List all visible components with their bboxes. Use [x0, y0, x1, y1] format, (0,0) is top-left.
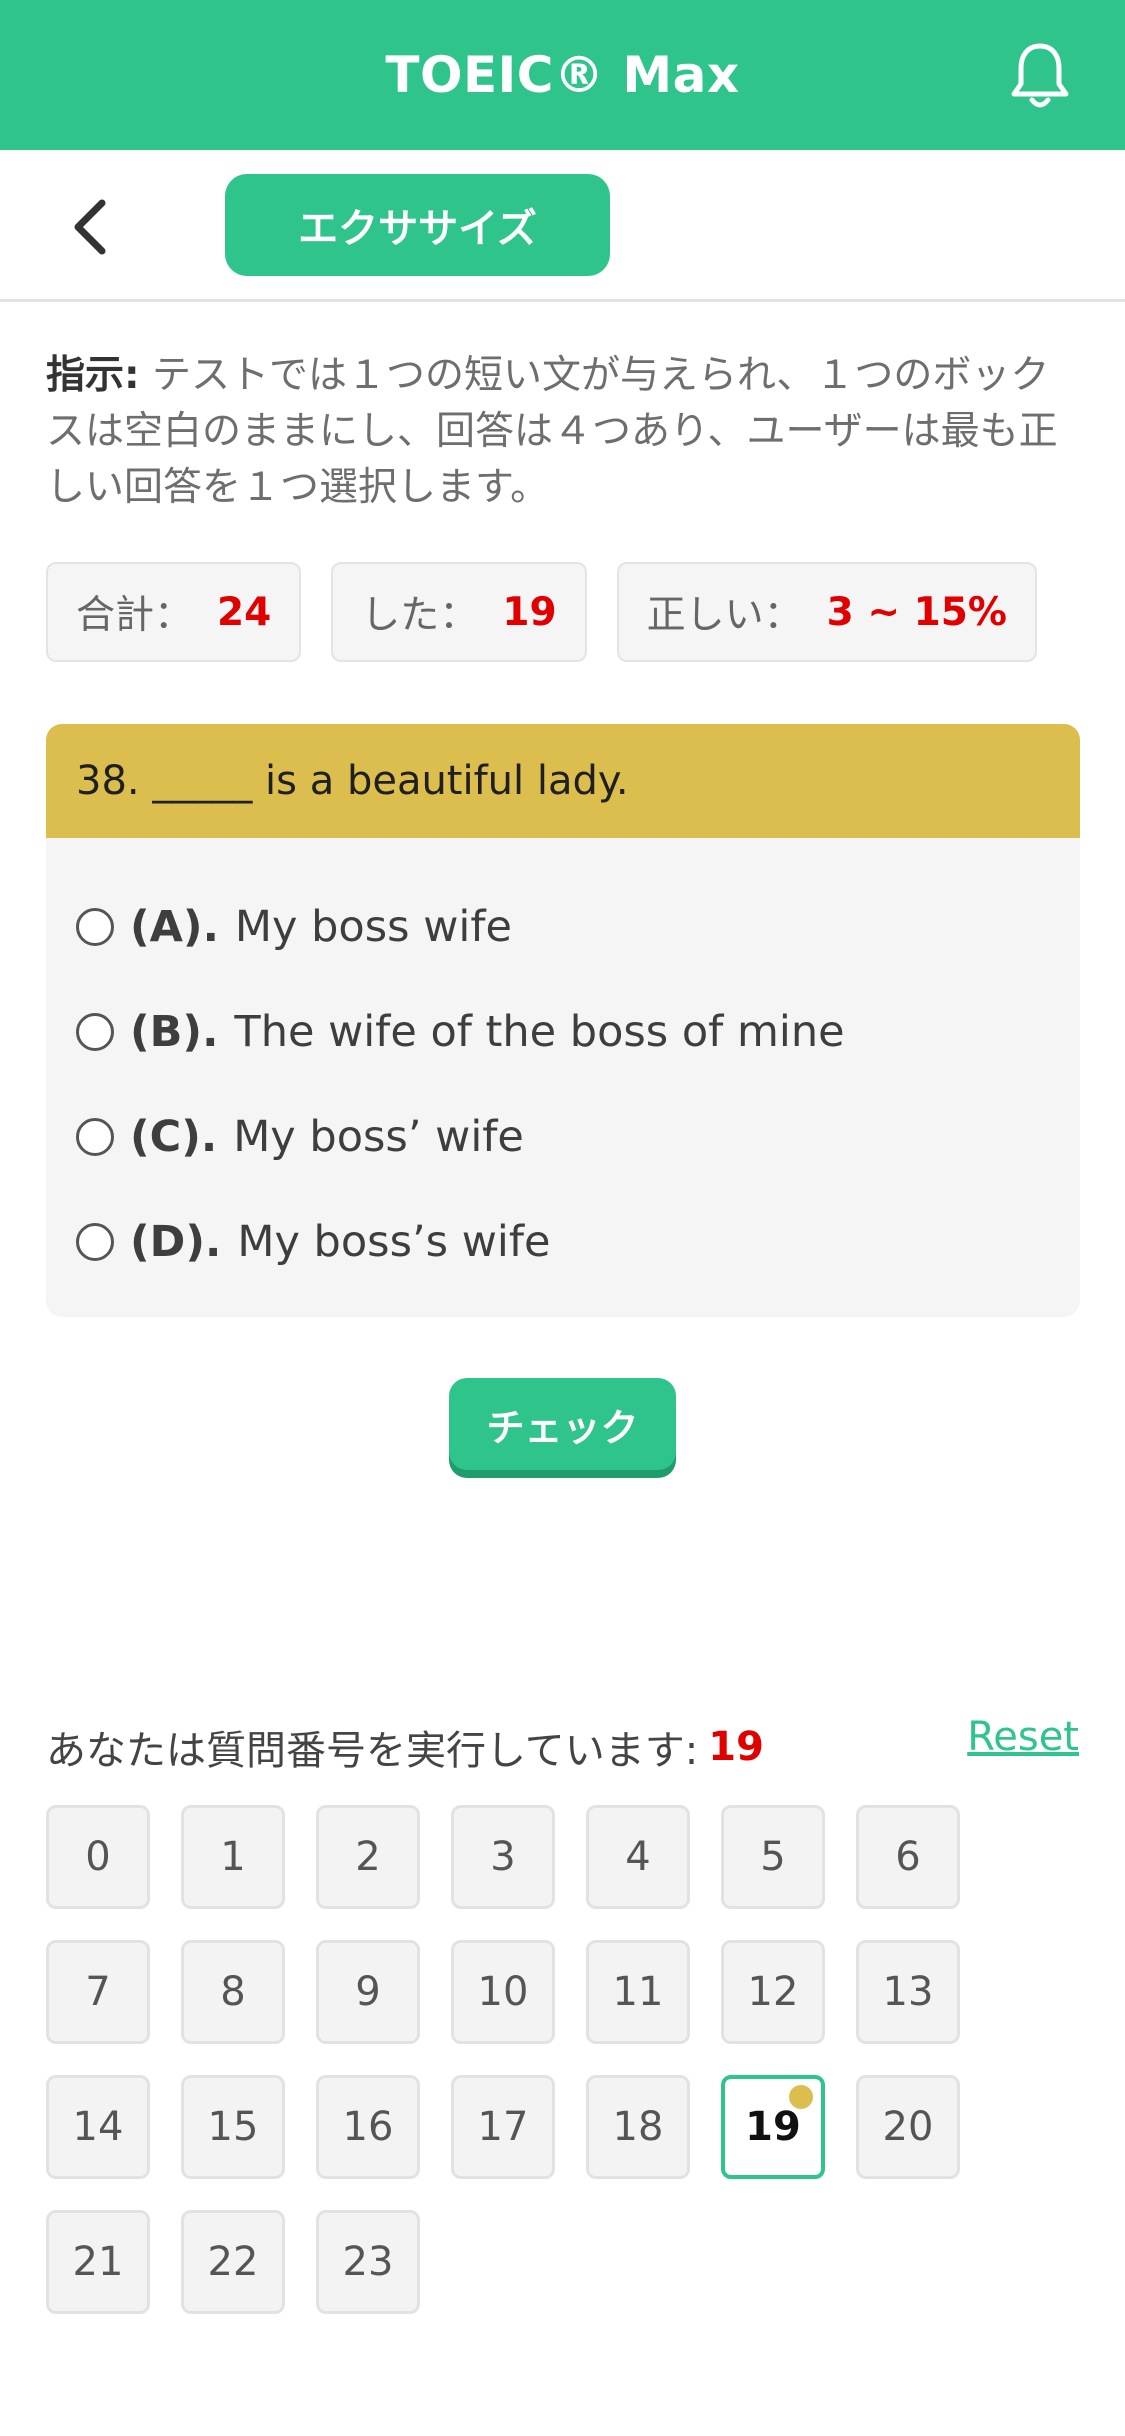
question-number-2[interactable]: 2 [316, 1805, 420, 1909]
option-text: The wife of the boss of mine [234, 1006, 845, 1057]
sub-header: エクササイズ [0, 150, 1125, 302]
instruction-label: 指示: [46, 353, 140, 398]
question-number-22[interactable]: 22 [181, 2210, 285, 2314]
question-number-9[interactable]: 9 [316, 1940, 420, 2044]
app-screen: TOEIC® Max エクササイズ 指示: テストでは１つの短い文が与えられ、１… [0, 0, 1125, 2436]
question-number-12[interactable]: 12 [721, 1940, 825, 2044]
instruction-text: 指示: テストでは１つの短い文が与えられ、１つのボックスは空白のままにし、回答は… [46, 348, 1076, 516]
chevron-left-icon [74, 199, 106, 255]
question-number-grid: 0 1 2 3 4 5 6 7 8 9 10 11 12 13 14 15 16… [46, 1805, 1046, 2314]
check-button[interactable]: チェック [449, 1378, 676, 1470]
question-number-21[interactable]: 21 [46, 2210, 150, 2314]
question-number-8[interactable]: 8 [181, 1940, 285, 2044]
radio-button[interactable] [76, 1222, 114, 1261]
running-question-label: あなたは質問番号を実行しています: 19 [46, 1718, 764, 1776]
back-button[interactable] [60, 192, 120, 262]
instruction-body: テストでは１つの短い文が与えられ、１つのボックスは空白のままにし、回答は４つあり… [46, 353, 1058, 510]
stat-done-value: 19 [502, 589, 557, 635]
question-number-11[interactable]: 11 [586, 1940, 690, 2044]
question-number-13[interactable]: 13 [856, 1940, 960, 2044]
stat-correct: 正しい： 3 ~ 15% [616, 562, 1037, 662]
question-number-18[interactable]: 18 [586, 2075, 690, 2179]
app-title: TOEIC® Max [385, 46, 740, 104]
stat-total: 合計： 24 [46, 562, 302, 662]
question-number-label: 19 [745, 2104, 801, 2150]
question-number-10[interactable]: 10 [451, 1940, 555, 2044]
question-number-16[interactable]: 16 [316, 2075, 420, 2179]
bell-icon-graphic [1011, 43, 1069, 108]
question-number-19-current[interactable]: 19 [721, 2075, 825, 2179]
running-label-text: あなたは質問番号を実行しています: [46, 1728, 699, 1774]
question-number-20[interactable]: 20 [856, 2075, 960, 2179]
radio-button[interactable] [76, 1117, 114, 1156]
question-card: 38. _____ is a beautiful lady. (A). My b… [46, 724, 1080, 1317]
question-number-4[interactable]: 4 [586, 1805, 690, 1909]
tab-exercise[interactable]: エクササイズ [225, 174, 610, 276]
question-number-15[interactable]: 15 [181, 2075, 285, 2179]
stats-row: 合計： 24 した： 19 正しい： 3 ~ 15% [46, 562, 1037, 662]
option-text: My boss wife [234, 901, 512, 952]
question-number-6[interactable]: 6 [856, 1805, 960, 1909]
bell-icon[interactable] [1005, 38, 1075, 114]
stat-done-label: した： [361, 593, 479, 638]
running-question-number: 19 [708, 1724, 764, 1770]
option-text: My boss’ wife [233, 1111, 524, 1162]
question-number-0[interactable]: 0 [46, 1805, 150, 1909]
question-number-14[interactable]: 14 [46, 2075, 150, 2179]
option-letter: (C). [130, 1111, 218, 1162]
option-c[interactable]: (C). My boss’ wife [46, 1084, 1080, 1189]
current-indicator-dot [789, 2085, 813, 2109]
question-number-23[interactable]: 23 [316, 2210, 420, 2314]
radio-button[interactable] [76, 907, 114, 946]
top-header: TOEIC® Max [0, 0, 1125, 150]
stat-correct-value: 3 ~ 15% [826, 589, 1007, 635]
option-b[interactable]: (B). The wife of the boss of mine [46, 979, 1080, 1084]
stat-total-value: 24 [217, 589, 272, 635]
question-number-1[interactable]: 1 [181, 1805, 285, 1909]
answer-options: (A). My boss wife (B). The wife of the b… [46, 838, 1080, 1294]
option-d[interactable]: (D). My boss’s wife [46, 1189, 1080, 1294]
question-number-3[interactable]: 3 [451, 1805, 555, 1909]
question-number-17[interactable]: 17 [451, 2075, 555, 2179]
question-text: 38. _____ is a beautiful lady. [46, 724, 1080, 838]
stat-done: した： 19 [331, 562, 587, 662]
stat-total-label: 合計： [76, 593, 194, 638]
option-letter: (A). [130, 901, 219, 952]
radio-button[interactable] [76, 1012, 114, 1051]
question-number-5[interactable]: 5 [721, 1805, 825, 1909]
option-letter: (B). [130, 1006, 219, 1057]
question-number-7[interactable]: 7 [46, 1940, 150, 2044]
option-text: My boss’s wife [237, 1216, 551, 1267]
reset-link[interactable]: Reset [967, 1714, 1079, 1760]
option-letter: (D). [130, 1216, 222, 1267]
option-a[interactable]: (A). My boss wife [46, 874, 1080, 979]
stat-correct-label: 正しい： [646, 593, 803, 638]
